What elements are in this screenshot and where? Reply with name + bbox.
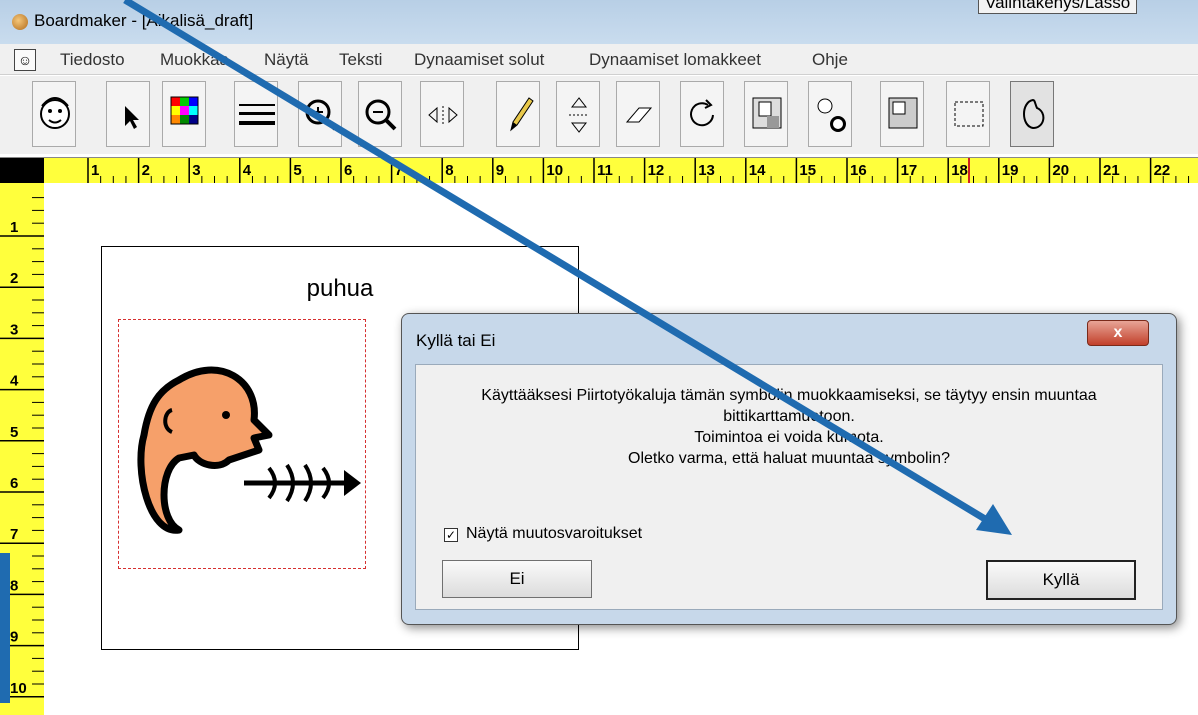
flip-horizontal-icon: [428, 106, 458, 124]
line-thickness-icon: [239, 104, 275, 125]
ruler-label: 16: [850, 162, 867, 179]
vertical-ruler: 1 2 3 4 5 6 7 8 9 10: [0, 183, 45, 715]
eraser-icon: [625, 107, 653, 123]
app-icon: [12, 14, 28, 30]
message-line-4: Oletko varma, että haluat muuntaa symbol…: [628, 450, 950, 467]
checkbox-box[interactable]: ✓: [444, 528, 458, 542]
menu-muokkaa[interactable]: Muokkaa: [160, 50, 229, 70]
card-label: puhua: [306, 275, 374, 302]
menu-teksti[interactable]: Teksti: [339, 50, 382, 70]
menu-nayta[interactable]: Näytä: [264, 50, 308, 70]
ruler-label: 17: [901, 162, 918, 179]
rotate-button[interactable]: [680, 81, 724, 147]
selection-lasso-button[interactable]: [946, 81, 990, 147]
ruler-label: 18: [951, 162, 968, 179]
ruler-label: 8: [445, 162, 453, 179]
annotation-marker: [0, 553, 10, 703]
horizontal-flip-button[interactable]: [420, 81, 464, 147]
ruler-label: 22: [1154, 162, 1171, 179]
window-title: Boardmaker - [Aikalisä_draft]: [34, 11, 254, 30]
ruler-label: 9: [496, 162, 504, 179]
ruler-label: 2: [10, 270, 18, 287]
line-thickness-button[interactable]: [234, 81, 278, 147]
ruler-label: 4: [10, 373, 19, 390]
ruler-label: 15: [799, 162, 816, 179]
dialog-message: Käyttääksesi Piirtotyökaluja tämän symbo…: [416, 385, 1162, 469]
color-grid-icon: [170, 96, 199, 125]
document-icon[interactable]: ☺: [14, 49, 36, 71]
zoom-in-button[interactable]: [298, 81, 342, 147]
menu-dynaamiset-solut[interactable]: Dynaamiset solut: [414, 50, 544, 70]
rotate-icon: [690, 99, 714, 127]
ruler-label: 13: [698, 162, 715, 179]
horizontal-ruler: 123456789101112131415161718192021222: [0, 157, 1198, 184]
ruler-label: 8: [10, 577, 18, 594]
menu-ohje[interactable]: Ohje: [812, 50, 848, 70]
ruler-label: 21: [1103, 162, 1120, 179]
ruler-label: 20: [1052, 162, 1069, 179]
fill-button[interactable]: [744, 81, 788, 147]
symbol-faces-button[interactable]: [808, 81, 852, 147]
ruler-label: 5: [10, 424, 18, 441]
ruler-label: 1: [10, 219, 18, 236]
ruler-label: 6: [10, 475, 18, 492]
color-fill-button[interactable]: [880, 81, 924, 147]
ruler-label: 19: [1002, 162, 1019, 179]
ruler-label: 1: [91, 162, 99, 179]
paint-fill-icon: [752, 97, 782, 129]
confirm-dialog: Kyllä tai Ei x Käyttääksesi Piirtotyökal…: [401, 313, 1177, 625]
toolbar: [0, 76, 1198, 154]
color-fill-icon: [888, 97, 918, 129]
ruler-label: 2: [142, 162, 150, 179]
ruler-label: 3: [10, 321, 18, 338]
message-line-2: bittikarttamuotoon.: [723, 408, 855, 425]
selection-rect-icon: [954, 101, 984, 127]
ruler-label: 7: [395, 162, 403, 179]
yes-button[interactable]: Kyllä: [986, 560, 1136, 600]
vertical-flip-button[interactable]: [556, 81, 600, 147]
message-line-3: Toimintoa ei voida kumota.: [694, 429, 884, 446]
ruler-label: 6: [344, 162, 352, 179]
checkbox-label: Näytä muutosvaroitukset: [466, 525, 643, 542]
menu-dynaamiset-lomakkeet[interactable]: Dynaamiset lomakkeet: [589, 50, 761, 70]
smiley-faces-icon: [817, 98, 846, 132]
warning-checkbox[interactable]: ✓ Näytä muutosvaroitukset: [444, 525, 642, 543]
symbol-frame[interactable]: [118, 319, 366, 569]
color-button[interactable]: [162, 81, 206, 147]
close-button[interactable]: x: [1087, 320, 1149, 346]
flip-vertical-icon: [569, 97, 589, 133]
ruler-label: 10: [10, 680, 27, 697]
ruler-label: 7: [10, 526, 18, 543]
zoom-out-button[interactable]: [358, 81, 402, 147]
face-icon: [40, 97, 70, 129]
ruler-label: 11: [597, 162, 613, 179]
dialog-title: Kyllä tai Ei: [416, 331, 496, 350]
pointer-button[interactable]: [106, 81, 150, 147]
pencil-button[interactable]: [496, 81, 540, 147]
ruler-label: 10: [546, 162, 563, 179]
tooltip: Valintakehys/Lasso: [978, 0, 1138, 14]
ruler-label: 14: [749, 162, 766, 179]
ruler-label: 9: [10, 629, 18, 646]
ruler-ticks: 123456789101112131415161718192021222: [87, 158, 1190, 184]
symbol-finder-button[interactable]: [32, 81, 76, 147]
speak-symbol-icon: [137, 366, 361, 534]
ruler-label: 12: [648, 162, 665, 179]
freeform-icon: [1023, 98, 1045, 130]
dialog-body: Käyttääksesi Piirtotyökaluja tämän symbo…: [415, 364, 1163, 610]
menu-bar: ☺ Tiedosto Muokkaa Näytä Teksti Dynaamis…: [0, 44, 1198, 75]
zoom-out-icon: [365, 99, 397, 131]
ruler-label: 5: [293, 162, 301, 179]
ruler-label: 4: [243, 162, 252, 179]
freeform-button[interactable]: [1010, 81, 1054, 147]
ruler-label: 3: [192, 162, 200, 179]
menu-tiedosto[interactable]: Tiedosto: [60, 50, 125, 70]
no-button[interactable]: Ei: [442, 560, 592, 598]
message-line-1: Käyttääksesi Piirtotyökaluja tämän symbo…: [481, 387, 1097, 404]
pointer-icon: [125, 106, 139, 129]
title-bar: Boardmaker - [Aikalisä_draft] Valintakeh…: [0, 0, 1198, 44]
eraser-button[interactable]: [616, 81, 660, 147]
zoom-in-icon: [305, 99, 337, 131]
pencil-icon: [510, 97, 534, 132]
